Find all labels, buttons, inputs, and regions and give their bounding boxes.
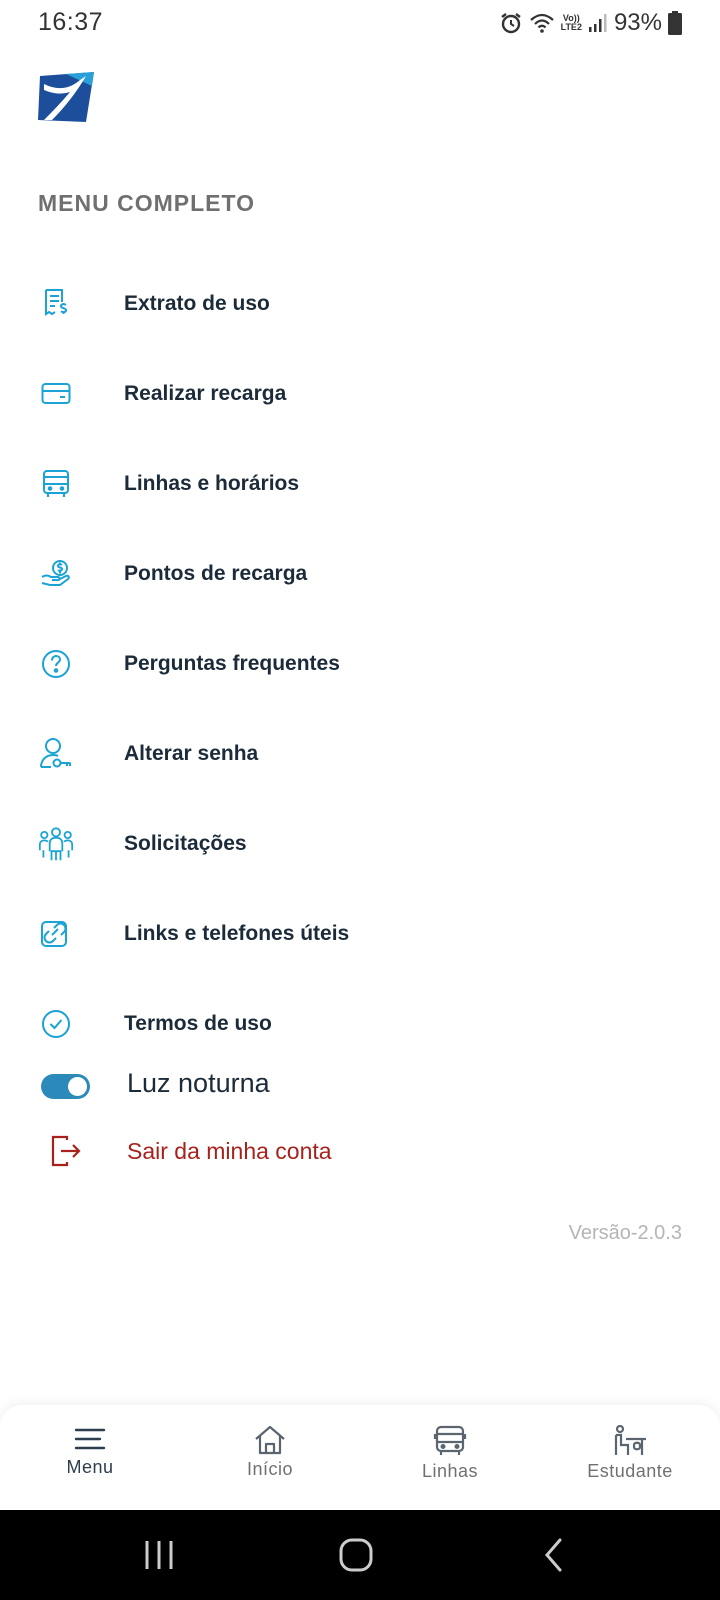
logout-button[interactable]: Sair da minha conta (0, 1130, 720, 1180)
status-time: 16:37 (38, 8, 104, 36)
nav-label: Estudante (587, 1461, 673, 1481)
nav-label: Menu (66, 1457, 114, 1477)
bus-icon (433, 1425, 467, 1455)
nav-inicio[interactable]: Início (180, 1405, 360, 1511)
receipt-icon (38, 286, 74, 322)
alarm-icon (500, 13, 521, 34)
menu-label: Termos de uso (124, 1012, 272, 1035)
app-logo (36, 70, 98, 124)
menu-item-linhas[interactable]: Linhas e horários (0, 439, 720, 529)
menu-label: Alterar senha (124, 742, 259, 765)
check-circle-icon (38, 1006, 74, 1042)
hamburger-icon (74, 1428, 106, 1450)
night-light-label: Luz noturna (127, 1068, 270, 1098)
nav-linhas[interactable]: Linhas (360, 1405, 540, 1511)
logout-label: Sair da minha conta (127, 1138, 332, 1164)
menu-item-termos[interactable]: Termos de uso (0, 979, 720, 1069)
bottom-nav: Menu Início Linhas Estudante (0, 1405, 720, 1511)
nav-menu[interactable]: Menu (0, 1405, 180, 1511)
logout-icon (50, 1134, 82, 1168)
toggle-knob (68, 1077, 87, 1096)
home-icon (255, 1425, 285, 1455)
student-desk-icon (614, 1425, 646, 1455)
section-title: MENU COMPLETO (38, 190, 256, 216)
nav-label: Linhas (421, 1461, 479, 1481)
menu-item-recarga[interactable]: Realizar recarga (0, 349, 720, 439)
menu-item-senha[interactable]: Alterar senha (0, 709, 720, 799)
menu-item-faq[interactable]: Perguntas frequentes (0, 619, 720, 709)
back-icon[interactable] (540, 1535, 566, 1575)
group-icon (38, 826, 74, 862)
home-button-icon[interactable] (338, 1535, 374, 1575)
menu-item-links[interactable]: Links e telefones úteis (0, 889, 720, 979)
system-nav-bar (0, 1510, 720, 1600)
menu-item-pontos[interactable]: Pontos de recarga (0, 529, 720, 619)
signal-icon (588, 14, 607, 32)
wifi-icon (529, 13, 554, 33)
user-key-icon (38, 736, 74, 772)
hand-coin-icon (38, 556, 74, 592)
menu-label: Realizar recarga (124, 382, 287, 405)
nav-label: Início (246, 1459, 294, 1479)
bus-icon (38, 466, 74, 502)
battery-level: 93% (613, 9, 662, 36)
link-icon (38, 916, 74, 952)
recent-apps-icon[interactable] (143, 1535, 175, 1575)
menu-label: Perguntas frequentes (124, 652, 340, 675)
menu-item-solicitacoes[interactable]: Solicitações (0, 799, 720, 889)
menu-label: Linhas e horários (124, 472, 300, 495)
credit-card-icon (38, 376, 74, 412)
full-menu: Extrato de uso Realizar recarga Linhas e… (0, 259, 720, 1069)
menu-label: Pontos de recarga (124, 562, 308, 585)
menu-label: Solicitações (124, 832, 247, 855)
status-bar: 16:37 Vo)) LTE2 93% (0, 0, 720, 46)
lte-label: LTE2 (560, 22, 582, 32)
nav-estudante[interactable]: Estudante (540, 1405, 720, 1511)
menu-item-extrato[interactable]: Extrato de uso (0, 259, 720, 349)
night-light-toggle[interactable] (41, 1074, 90, 1099)
night-light-row: Luz noturna (0, 1060, 720, 1110)
menu-label: Extrato de uso (124, 292, 270, 315)
battery-icon (668, 11, 682, 35)
network-indicator: Vo)) LTE2 (561, 14, 582, 32)
menu-label: Links e telefones úteis (124, 922, 350, 945)
question-circle-icon (38, 646, 74, 682)
app-version: Versão-2.0.3 (568, 1222, 682, 1244)
status-icons: Vo)) LTE2 93% (499, 8, 682, 38)
